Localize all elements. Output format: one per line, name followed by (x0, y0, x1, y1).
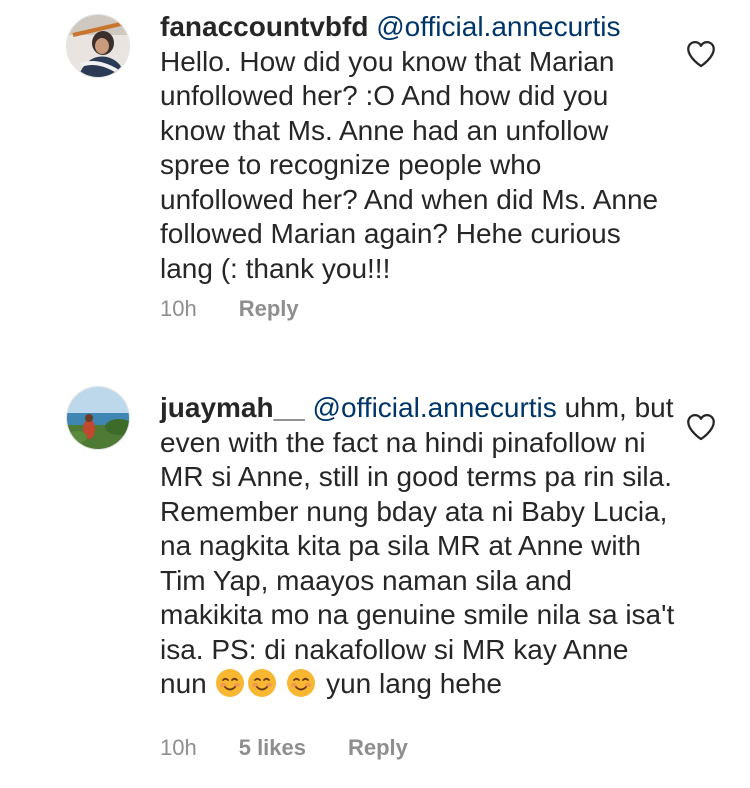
comment-meta: 10h 5 likes Reply (160, 733, 450, 763)
heart-icon[interactable] (684, 37, 718, 71)
comment-timestamp: 10h (160, 296, 197, 321)
comment-body: Hello. How did you know that Marian unfo… (160, 45, 659, 284)
avatar-photo (67, 387, 129, 449)
reply-button[interactable]: Reply (239, 296, 299, 322)
avatar-photo (67, 15, 129, 77)
comment-mention[interactable]: @official.annecurtis (376, 11, 620, 42)
heart-icon[interactable] (684, 410, 718, 444)
comment-text: fanaccountvbfd @official.annecurtis Hell… (160, 10, 680, 286)
reply-button[interactable]: Reply (348, 735, 408, 761)
comment-mention[interactable]: @official.annecurtis (313, 392, 557, 423)
avatar[interactable] (66, 14, 130, 78)
comment-timestamp: 10h (160, 735, 197, 760)
comment-meta: 10h Reply (160, 294, 341, 324)
comment-body: uhm, but even with the fact na hindi pin… (160, 392, 675, 699)
smiling-face-emoji-icon (286, 668, 316, 698)
smiling-face-emoji-icon (247, 668, 277, 698)
comment-text: juaymah__ @official.annecurtis uhm, but … (160, 391, 680, 702)
likes-count[interactable]: 5 likes (239, 735, 306, 761)
comment-body-tail: yun lang hehe (326, 668, 502, 699)
smiling-face-emoji-icon (215, 668, 245, 698)
comment-username[interactable]: fanaccountvbfd (160, 11, 368, 42)
avatar[interactable] (66, 386, 130, 450)
comment-username[interactable]: juaymah__ (160, 392, 305, 423)
